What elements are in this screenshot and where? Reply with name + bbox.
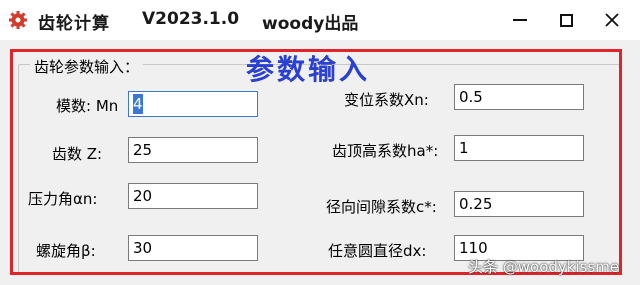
helix-angle-label: 螺旋角β: [36,242,96,260]
clearance-coefficient-label: 径向间隙系数c*: [326,198,437,216]
module-label: 模数: Mn [56,97,119,115]
gear-icon [9,11,27,29]
teeth-input[interactable]: 25 [128,137,258,163]
shift-coefficient-input[interactable]: 0.5 [454,84,584,110]
overlay-heading: 参数输入 [246,53,371,86]
minimize-icon [513,19,527,21]
teeth-label: 齿数 Z: [52,145,103,163]
arbitrary-diameter-label: 任意圆直径dx: [328,242,427,260]
version-label: V2023.1.0 [142,9,240,29]
module-input[interactable]: 4 [128,91,258,117]
minimize-button[interactable] [497,0,543,40]
maximize-button[interactable] [543,0,589,40]
shift-coefficient-label: 变位系数Xn: [344,91,429,109]
maximize-icon [559,13,573,27]
title-bar: 齿轮计算 V2023.1.0 woody出品 [0,0,640,40]
addendum-coefficient-label: 齿顶高系数ha*: [332,142,439,160]
close-button[interactable] [589,0,635,40]
pressure-angle-input[interactable]: 20 [128,183,258,209]
author-label: woody出品 [262,14,359,34]
group-title: 齿轮参数输入： [30,56,144,77]
pressure-angle-label: 压力角αn: [28,190,98,208]
clearance-coefficient-input[interactable]: 0.25 [454,191,584,217]
addendum-coefficient-input[interactable]: 1 [454,135,584,161]
watermark: 头条 @woodykissme [468,258,620,276]
helix-angle-input[interactable]: 30 [128,235,258,261]
window-title: 齿轮计算 [38,14,110,34]
close-icon [605,13,619,27]
